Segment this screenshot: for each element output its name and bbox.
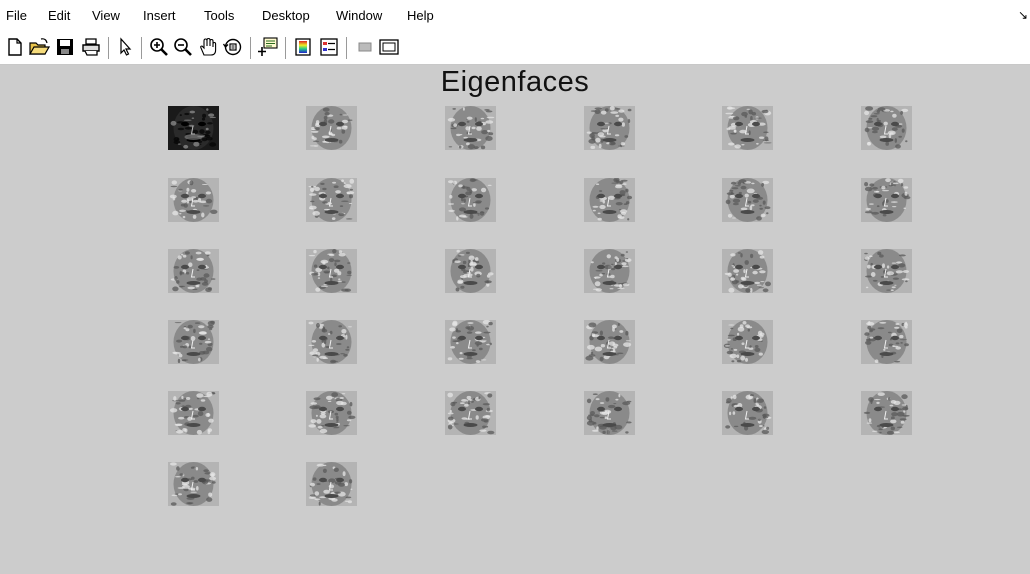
- insert-colorbar-icon[interactable]: [292, 36, 314, 58]
- eigenface-image: [861, 391, 912, 435]
- eigenface-image: [168, 178, 219, 222]
- eigenface-image: [584, 249, 635, 293]
- eigenface-image: [306, 249, 357, 293]
- eigenface-image: [168, 320, 219, 364]
- insert-legend-icon[interactable]: [318, 36, 340, 58]
- eigenface-image: [445, 391, 496, 435]
- menu-help[interactable]: Help: [407, 8, 434, 23]
- eigenface-image: [722, 391, 773, 435]
- eigenface-image: [722, 178, 773, 222]
- save-figure-icon[interactable]: [54, 36, 76, 58]
- menu-window[interactable]: Window: [336, 8, 382, 23]
- eigenface-image: [861, 249, 912, 293]
- figure-toolbar: [0, 32, 1030, 65]
- dock-arrow-icon[interactable]: ↘: [1018, 8, 1028, 22]
- eigenface-image: [306, 178, 357, 222]
- eigenface-image: [722, 249, 773, 293]
- menu-edit[interactable]: Edit: [48, 8, 70, 23]
- eigenface-image: [306, 106, 357, 150]
- eigenface-image: [445, 249, 496, 293]
- eigenface-image: [445, 320, 496, 364]
- edit-plot-icon[interactable]: [115, 36, 137, 58]
- new-figure-icon[interactable]: [4, 36, 26, 58]
- toolbar-separator: [285, 37, 286, 59]
- toolbar-separator: [250, 37, 251, 59]
- show-plot-tools-icon[interactable]: [378, 36, 400, 58]
- eigenface-image: [445, 106, 496, 150]
- figure-title: Eigenfaces: [440, 66, 590, 98]
- eigenface-image: [306, 462, 357, 506]
- zoom-in-icon[interactable]: [148, 36, 170, 58]
- print-figure-icon[interactable]: [80, 36, 102, 58]
- open-file-icon[interactable]: [28, 36, 50, 58]
- menu-tools[interactable]: Tools: [204, 8, 234, 23]
- zoom-out-icon[interactable]: [172, 36, 194, 58]
- eigenface-image: [306, 320, 357, 364]
- eigenface-image: [168, 106, 219, 150]
- eigenface-image: [722, 320, 773, 364]
- toolbar-separator: [141, 37, 142, 59]
- eigenface-image: [168, 249, 219, 293]
- toolbar-separator: [108, 37, 109, 59]
- hide-plot-tools-icon[interactable]: [354, 36, 376, 58]
- eigenface-image: [584, 320, 635, 364]
- eigenface-image: [584, 106, 635, 150]
- eigenface-image: [722, 106, 773, 150]
- menu-insert[interactable]: Insert: [143, 8, 176, 23]
- eigenface-image: [306, 391, 357, 435]
- eigenface-image: [584, 391, 635, 435]
- pan-icon[interactable]: [197, 36, 219, 58]
- eigenface-image: [168, 462, 219, 506]
- eigenface-image: [445, 178, 496, 222]
- menu-file[interactable]: File: [6, 8, 27, 23]
- rotate-3d-icon[interactable]: [222, 36, 244, 58]
- eigenface-image: [584, 178, 635, 222]
- menu-view[interactable]: View: [92, 8, 120, 23]
- eigenface-image: [861, 106, 912, 150]
- data-cursor-icon[interactable]: [257, 36, 279, 58]
- menu-bar: File Edit View Insert Tools Desktop Wind…: [0, 0, 1030, 32]
- menu-desktop[interactable]: Desktop: [262, 8, 310, 23]
- eigenface-image: [861, 320, 912, 364]
- eigenface-image: [861, 178, 912, 222]
- toolbar-separator: [346, 37, 347, 59]
- eigenface-image: [168, 391, 219, 435]
